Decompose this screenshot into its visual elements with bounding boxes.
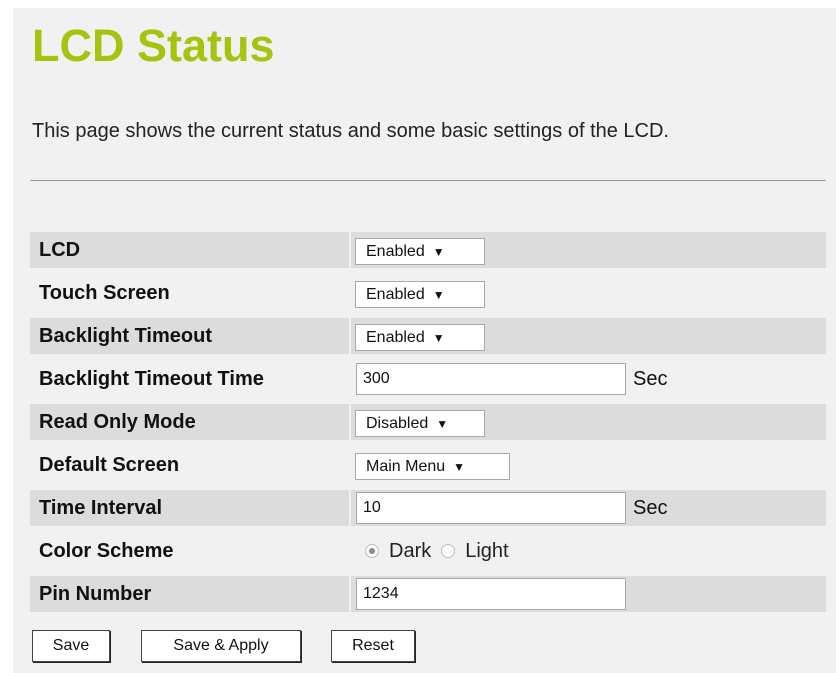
backlight-timeout-label: Backlight Timeout xyxy=(30,318,349,354)
color-scheme-dark-radio[interactable] xyxy=(365,544,379,558)
pin-number-label: Pin Number xyxy=(30,576,349,612)
pin-number-input[interactable]: 1234 xyxy=(356,578,626,610)
color-scheme-dark-label[interactable]: Dark xyxy=(389,540,431,563)
backlight-timeout-select-value: Enabled xyxy=(366,329,425,346)
reset-button[interactable]: Reset xyxy=(331,630,415,662)
content-panel: LCD Status This page shows the current s… xyxy=(13,8,836,673)
divider xyxy=(30,180,826,181)
row-lcd: LCD Enabled ▼ xyxy=(30,232,826,268)
lcd-select[interactable]: Enabled ▼ xyxy=(355,238,485,265)
read-only-mode-select-value: Disabled xyxy=(366,415,429,432)
row-default-screen: Default Screen Main Menu ▼ xyxy=(30,447,826,483)
row-touch-screen: Touch Screen Enabled ▼ xyxy=(30,275,826,311)
row-backlight-timeout-time: Backlight Timeout Time 300 Sec xyxy=(30,361,826,397)
read-only-mode-select[interactable]: Disabled ▼ xyxy=(355,410,485,437)
page-description: This page shows the current status and s… xyxy=(32,120,669,142)
color-scheme-label: Color Scheme xyxy=(39,540,174,562)
color-scheme-light-radio[interactable] xyxy=(441,544,456,558)
time-interval-unit: Sec xyxy=(633,497,668,519)
touch-screen-select[interactable]: Enabled ▼ xyxy=(355,281,485,308)
backlight-timeout-select[interactable]: Enabled ▼ xyxy=(355,324,485,351)
default-screen-select[interactable]: Main Menu ▼ xyxy=(355,453,510,480)
chevron-down-icon: ▼ xyxy=(432,331,445,345)
color-scheme-radio-group: Dark Light xyxy=(365,533,519,569)
read-only-mode-label: Read Only Mode xyxy=(30,404,349,440)
backlight-timeout-time-unit: Sec xyxy=(633,368,668,390)
row-pin-number: Pin Number 1234 xyxy=(30,576,826,612)
chevron-down-icon: ▼ xyxy=(432,245,445,259)
chevron-down-icon: ▼ xyxy=(453,460,466,474)
default-screen-select-value: Main Menu xyxy=(366,458,446,475)
row-time-interval: Time Interval 10 Sec xyxy=(30,490,826,526)
backlight-timeout-time-label: Backlight Timeout Time xyxy=(39,368,264,390)
row-backlight-timeout: Backlight Timeout Enabled ▼ xyxy=(30,318,826,354)
backlight-timeout-time-input[interactable]: 300 xyxy=(356,363,626,395)
lcd-label: LCD xyxy=(30,232,349,268)
chevron-down-icon: ▼ xyxy=(432,288,445,302)
row-color-scheme: Color Scheme Dark Light xyxy=(30,533,826,569)
chevron-down-icon: ▼ xyxy=(436,417,449,431)
row-read-only-mode: Read Only Mode Disabled ▼ xyxy=(30,404,826,440)
save-button[interactable]: Save xyxy=(32,630,110,662)
save-apply-button[interactable]: Save & Apply xyxy=(141,630,301,662)
default-screen-label: Default Screen xyxy=(39,454,180,476)
color-scheme-light-label[interactable]: Light xyxy=(465,540,508,563)
lcd-select-value: Enabled xyxy=(366,243,425,260)
page-title: LCD Status xyxy=(32,20,275,71)
action-buttons: Save Save & Apply Reset xyxy=(0,630,836,666)
time-interval-label: Time Interval xyxy=(30,490,349,526)
settings-table: LCD Enabled ▼ Touch Screen Enabled ▼ Backl… xyxy=(30,232,826,619)
time-interval-input[interactable]: 10 xyxy=(356,492,626,524)
touch-screen-label: Touch Screen xyxy=(39,282,170,304)
touch-screen-select-value: Enabled xyxy=(366,286,425,303)
